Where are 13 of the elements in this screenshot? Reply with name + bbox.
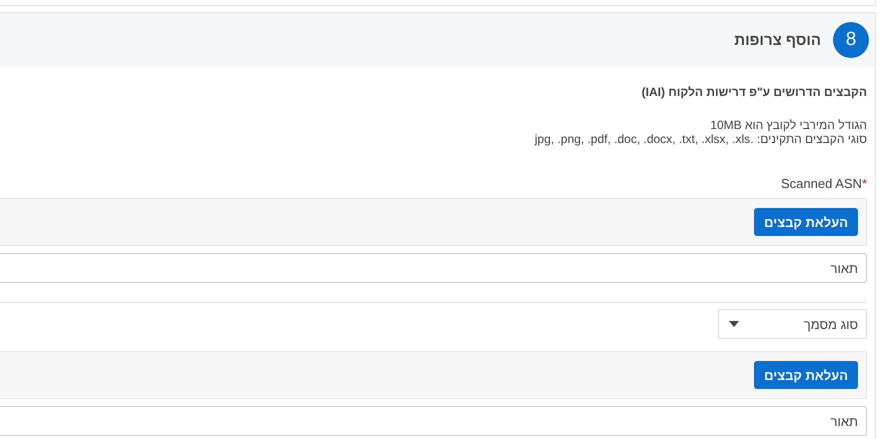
required-asterisk: * — [862, 176, 867, 191]
document-type-select[interactable]: סוג מסמך — [718, 309, 867, 339]
upload-button[interactable]: העלאת קבצים — [754, 208, 858, 236]
info-text: סוגי הקבצים התקינים: .jpg, .png, .pdf, .doc, .docx, .txt, .xlsx, .xls — [534, 132, 867, 146]
step-number: 8 — [833, 22, 869, 58]
section-title: הוסף צרופות — [734, 32, 821, 48]
description-field[interactable]: תאור — [0, 253, 867, 283]
caret-icon — [729, 321, 739, 327]
field-label: Scanned ASN — [780, 176, 862, 191]
requirements-heading: הקבצים הדרושים ע"פ דרישות הלקוח (IAI) — [640, 85, 867, 99]
info-text: הגודל המירבי לקובץ הוא 10MB — [709, 118, 867, 132]
description-field[interactable]: תאור — [0, 406, 867, 436]
upload-button[interactable]: העלאת קבצים — [754, 361, 858, 389]
